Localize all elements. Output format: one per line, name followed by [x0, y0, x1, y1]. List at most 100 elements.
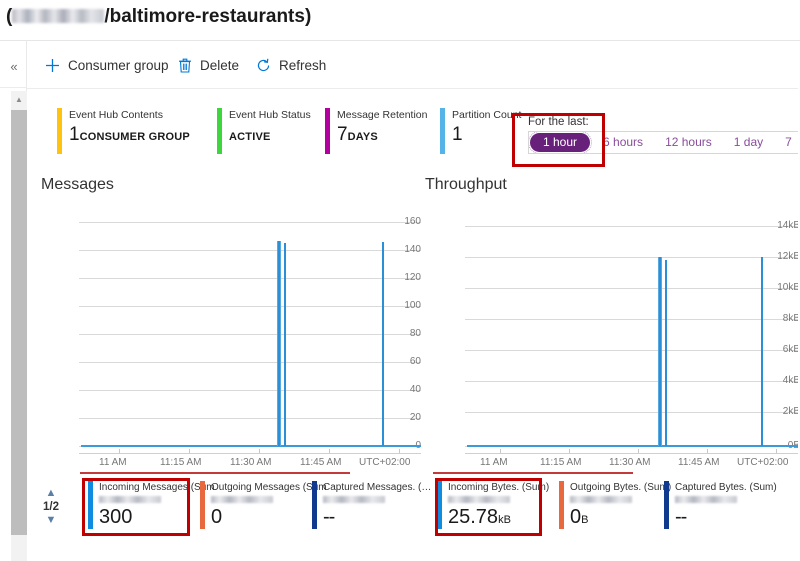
legend-color-swatch	[312, 481, 317, 529]
y-axis-tick: 160	[404, 216, 421, 227]
time-range-option-1-hour[interactable]: 1 hour	[529, 132, 593, 153]
time-range-option-7-days[interactable]: 7	[774, 132, 800, 153]
gridline	[465, 381, 800, 382]
legend-redacted-subtitle	[323, 496, 385, 503]
metric-tiles: Event Hub Contents 1CONSUMER GROUP Event…	[27, 108, 521, 160]
x-axis-tick-label: 11:15 AM	[160, 457, 202, 468]
tile-label: Event Hub Contents	[69, 109, 163, 121]
gridline	[465, 226, 800, 227]
scroll-up-arrow-icon[interactable]: ▲	[11, 91, 27, 108]
series-incoming-bytes-baseline	[467, 445, 800, 447]
legend-item-outgoing-bytes[interactable]: Outgoing Bytes. (Sum) 0B	[559, 481, 671, 533]
x-axis-tick-label: 11:45 AM	[678, 457, 720, 468]
legend-redacted-subtitle	[675, 496, 737, 503]
time-range-selector: For the last: 1 hour 6 hours 12 hours 1 …	[528, 116, 800, 154]
tile-value: 7DAYS	[337, 124, 427, 148]
gridline	[79, 390, 421, 391]
x-axis-tick-mark	[259, 449, 260, 453]
series-incoming-messages-baseline	[81, 445, 421, 447]
tile-partition-count: Partition Count 1	[440, 108, 521, 158]
tile-value: 1	[452, 124, 521, 148]
tile-accent-bar	[57, 108, 62, 154]
scrollbar-thumb[interactable]	[11, 110, 27, 535]
y-axis-tick: 80	[409, 328, 421, 339]
tile-value: ACTIVE	[229, 124, 311, 148]
tile-number: 1	[452, 124, 463, 145]
legend-pager[interactable]: ▲ 1/2 ▼	[38, 482, 64, 532]
refresh-button[interactable]: Refresh	[255, 53, 326, 77]
annotation-underline-messages-axis	[80, 472, 350, 474]
chevron-up-icon[interactable]: ▲	[46, 488, 57, 499]
tile-unit: ACTIVE	[229, 131, 271, 143]
x-axis-tick-label: 11 AM	[480, 457, 508, 468]
time-range-option-1-day[interactable]: 1 day	[723, 132, 774, 153]
series-spike-1	[278, 241, 280, 446]
time-range-label: For the last:	[528, 116, 589, 128]
legend-value: --	[323, 506, 431, 529]
legend-item-captured-bytes[interactable]: Captured Bytes. (Sum) --	[664, 481, 777, 533]
messages-plot-area[interactable]: 160 140 120 100 80 60 40 20 0 11 AM 11:1…	[41, 216, 421, 468]
legend-color-swatch	[88, 481, 93, 529]
gridline	[465, 288, 800, 289]
legend-value: 25.78kB	[448, 506, 549, 529]
y-axis-tick: 120	[404, 272, 421, 283]
refresh-icon	[255, 57, 272, 74]
chevron-down-icon[interactable]: ▼	[46, 515, 57, 526]
legend-title: Incoming Bytes. (Sum)	[448, 482, 550, 493]
y-axis-tick: 100	[404, 300, 421, 311]
window-title-bar: (/baltimore-restaurants)	[0, 0, 800, 41]
tile-label: Partition Count	[452, 109, 522, 121]
legend-redacted-subtitle	[211, 496, 273, 503]
x-axis-tick-mark	[707, 449, 708, 453]
annotation-underline-throughput-axis	[433, 472, 633, 474]
tile-value: 1CONSUMER GROUP	[69, 124, 190, 148]
tile-accent-bar	[325, 108, 330, 154]
legend-color-swatch	[200, 481, 205, 529]
y-axis-tick: 14kB	[777, 220, 800, 231]
y-axis-tick: 4kB	[782, 375, 800, 386]
legend-item-incoming-bytes[interactable]: Incoming Bytes. (Sum) 25.78kB	[437, 481, 549, 533]
rail-divider	[0, 87, 27, 88]
y-axis-tick: 40	[409, 384, 421, 395]
tile-unit: CONSUMER GROUP	[79, 131, 190, 143]
legend-color-swatch	[559, 481, 564, 529]
messages-legend: Incoming Messages (Sum 300 Outgoing Mess…	[70, 481, 431, 535]
legend-item-captured-messages[interactable]: Captured Messages. (… --	[312, 481, 431, 533]
delete-button[interactable]: Delete	[176, 53, 239, 77]
legend-item-outgoing-messages[interactable]: Outgoing Messages (Sum 0	[200, 481, 327, 533]
throughput-chart-title: Throughput	[425, 176, 507, 193]
time-range-option-12-hours[interactable]: 12 hours	[654, 132, 723, 153]
throughput-chart-panel: Throughput	[425, 176, 800, 194]
tile-accent-bar	[440, 108, 445, 154]
tile-unit: DAYS	[347, 131, 378, 143]
double-chevron-left-icon[interactable]: «	[4, 57, 24, 77]
legend-redacted-subtitle	[99, 496, 161, 503]
left-rail: « ▲	[0, 41, 27, 561]
legend-title: Captured Messages. (…	[323, 482, 432, 493]
add-consumer-group-label: Consumer group	[68, 57, 169, 73]
vertical-scrollbar[interactable]: ▲	[11, 91, 27, 561]
x-axis-tick-mark	[569, 449, 570, 453]
gridline	[465, 257, 800, 258]
add-consumer-group-button[interactable]: Consumer group	[44, 53, 169, 77]
tile-event-hub-contents: Event Hub Contents 1CONSUMER GROUP	[57, 108, 190, 158]
y-axis-tick: 6kB	[782, 344, 800, 355]
throughput-legend: Incoming Bytes. (Sum) 25.78kB Outgoing B…	[437, 481, 797, 535]
legend-redacted-subtitle	[448, 496, 510, 503]
command-toolbar: Consumer group Delete Refresh	[27, 41, 800, 88]
legend-number: 300	[99, 506, 133, 528]
legend-number: --	[675, 506, 687, 528]
tile-label: Event Hub Status	[229, 109, 311, 121]
throughput-plot-area[interactable]: 14kB 12kB 10kB 8kB 6kB 4kB 2kB 0B 11 AM …	[425, 216, 800, 468]
series-spike-3	[382, 242, 384, 446]
y-axis-tick: 60	[409, 356, 421, 367]
time-range-options: 1 hour 6 hours 12 hours 1 day 7	[528, 131, 800, 154]
legend-redacted-subtitle	[570, 496, 632, 503]
y-axis-tick: 10kB	[777, 282, 800, 293]
time-range-option-6-hours[interactable]: 6 hours	[592, 132, 654, 153]
tile-event-hub-status: Event Hub Status ACTIVE	[217, 108, 311, 158]
legend-item-incoming-messages[interactable]: Incoming Messages (Sum 300	[88, 481, 215, 533]
x-axis-tick-mark	[638, 449, 639, 453]
x-axis-tick-label: 11:45 AM	[300, 457, 342, 468]
legend-number: 0	[211, 506, 223, 528]
